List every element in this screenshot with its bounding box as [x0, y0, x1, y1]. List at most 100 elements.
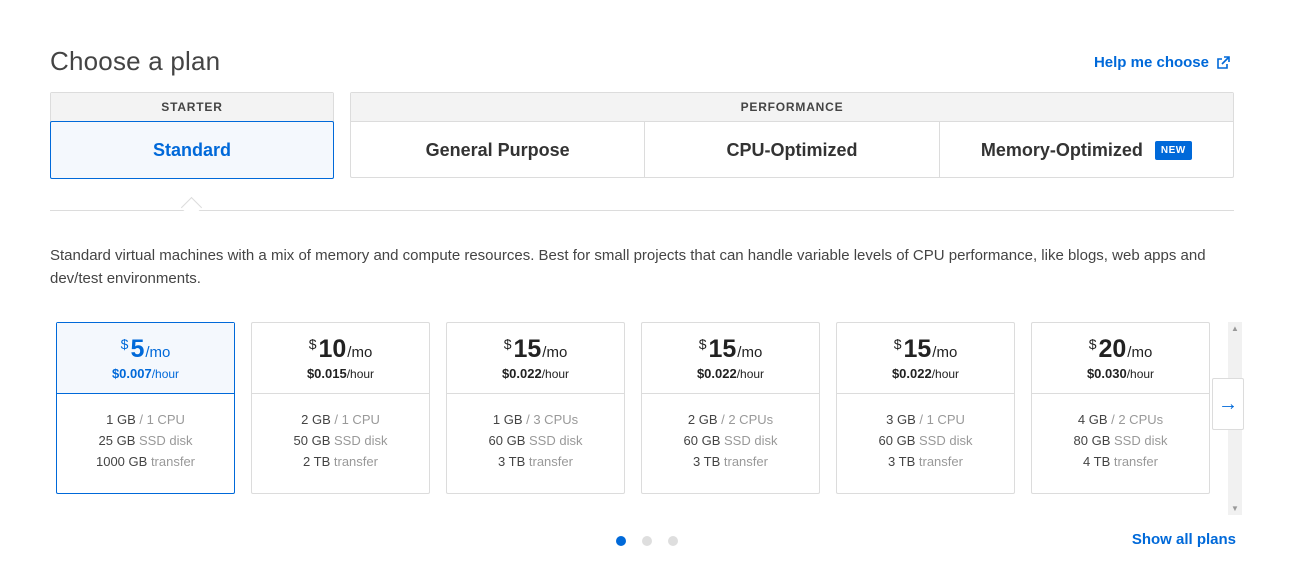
- price-period: /mo: [145, 344, 171, 361]
- tab-memory-optimized-label: Memory-Optimized: [980, 139, 1143, 160]
- price-period: /mo: [932, 344, 958, 361]
- performance-group-header: PERFORMANCE: [351, 93, 1233, 122]
- page-title: Choose a plan: [50, 46, 221, 76]
- performance-group: PERFORMANCE General Purpose CPU-Optimize…: [350, 92, 1234, 178]
- hourly-unit: /hour: [151, 367, 180, 381]
- page-dot-3[interactable]: [668, 536, 678, 546]
- hourly-amount: $0.022: [891, 366, 932, 381]
- plan-monthly-price: $ 15 /mo: [894, 335, 958, 364]
- plan-hourly-price: $0.022/hour: [502, 366, 569, 381]
- hourly-amount: $0.007: [111, 366, 152, 381]
- currency-symbol: $: [503, 336, 512, 352]
- spec-transfer: 3 TB transfer: [837, 451, 1014, 472]
- external-link-icon: [1217, 55, 1230, 69]
- spec-transfer: 3 TB transfer: [447, 451, 624, 472]
- plan-specs: 3 GB / 1 CPU 60 GB SSD disk 3 TB transfe…: [837, 394, 1014, 472]
- tab-memory-optimized[interactable]: Memory-Optimized NEW: [940, 122, 1233, 178]
- spec-transfer-amount: 2 TB: [303, 454, 331, 469]
- hourly-unit: /hour: [1126, 367, 1155, 381]
- price-period: /mo: [542, 344, 568, 361]
- plan-specs: 1 GB / 1 CPU 25 GB SSD disk 1000 GB tran…: [57, 394, 234, 472]
- spec-disk-label: SSD disk: [139, 433, 193, 448]
- plan-specs: 2 GB / 1 CPU 50 GB SSD disk 2 TB transfe…: [252, 394, 429, 472]
- spec-ram: 3 GB: [886, 412, 916, 427]
- plan-card[interactable]: $ 10 /mo $0.015/hour 2 GB / 1 CPU 50 GB …: [251, 322, 430, 494]
- price-amount: 20: [1098, 335, 1127, 363]
- hourly-amount: $0.030: [1086, 366, 1127, 381]
- tab-standard[interactable]: Standard: [50, 121, 334, 179]
- tab-general-purpose[interactable]: General Purpose: [351, 122, 646, 178]
- spec-transfer-amount: 4 TB: [1083, 454, 1111, 469]
- spec-memory-cpu: 4 GB / 2 CPUs: [1032, 409, 1209, 430]
- spec-memory-cpu: 3 GB / 1 CPU: [837, 409, 1014, 430]
- scroll-down-icon[interactable]: ▼: [1231, 504, 1239, 513]
- starter-group-header: STARTER: [51, 93, 333, 122]
- section-divider: [50, 210, 1234, 211]
- spec-disk: 50 GB SSD disk: [252, 430, 429, 451]
- plan-card[interactable]: $ 15 /mo $0.022/hour 1 GB / 3 CPUs 60 GB…: [446, 322, 625, 494]
- plan-card[interactable]: $ 20 /mo $0.030/hour 4 GB / 2 CPUs 80 GB…: [1031, 322, 1210, 494]
- plan-card[interactable]: $ 15 /mo $0.022/hour 2 GB / 2 CPUs 60 GB…: [641, 322, 820, 494]
- plan-card[interactable]: $ 15 /mo $0.022/hour 3 GB / 1 CPU 60 GB …: [836, 322, 1015, 494]
- spec-memory-cpu: 2 GB / 2 CPUs: [642, 409, 819, 430]
- price-period: /mo: [737, 344, 763, 361]
- spec-transfer-label: transfer: [1113, 454, 1158, 469]
- spec-disk-size: 50 GB: [293, 433, 331, 448]
- hourly-amount: $0.015: [306, 366, 347, 381]
- selected-tab-pointer: [180, 196, 203, 219]
- tab-cpu-optimized[interactable]: CPU-Optimized: [645, 122, 940, 178]
- hourly-unit: /hour: [541, 367, 570, 381]
- spec-disk-label: SSD disk: [919, 433, 973, 448]
- help-me-choose-link[interactable]: Help me choose: [1094, 54, 1230, 71]
- spec-ram: 2 GB: [301, 412, 331, 427]
- plan-card[interactable]: $ 5 /mo $0.007/hour 1 GB / 1 CPU 25 GB S…: [56, 322, 235, 494]
- spec-ram: 1 GB: [492, 412, 523, 427]
- page-dot-2[interactable]: [642, 536, 652, 546]
- plan-price-section: $ 15 /mo $0.022/hour: [837, 323, 1014, 394]
- next-plans-button[interactable]: →: [1212, 378, 1244, 430]
- price-amount: 15: [903, 335, 932, 363]
- plan-price-section: $ 15 /mo $0.022/hour: [447, 323, 624, 394]
- spec-disk-size: 60 GB: [683, 433, 721, 448]
- spec-disk-label: SSD disk: [529, 433, 583, 448]
- spec-disk-label: SSD disk: [334, 433, 388, 448]
- spec-cpu: / 3 CPUs: [526, 412, 579, 427]
- plan-list: $ 5 /mo $0.007/hour 1 GB / 1 CPU 25 GB S…: [56, 322, 1210, 494]
- arrow-right-icon: →: [1218, 392, 1238, 415]
- plan-price-section: $ 20 /mo $0.030/hour: [1032, 323, 1209, 394]
- hourly-unit: /hour: [736, 367, 765, 381]
- spec-disk-size: 60 GB: [488, 433, 526, 448]
- price-amount: 15: [708, 335, 737, 363]
- plan-specs: 2 GB / 2 CPUs 60 GB SSD disk 3 TB transf…: [642, 394, 819, 472]
- spec-disk: 60 GB SSD disk: [642, 430, 819, 451]
- page-dot-1[interactable]: [616, 536, 626, 546]
- spec-ram: 2 GB: [687, 412, 718, 427]
- spec-cpu: / 2 CPUs: [721, 412, 774, 427]
- spec-transfer-amount: 1000 GB: [95, 454, 148, 469]
- currency-symbol: $: [308, 336, 317, 352]
- spec-cpu: / 2 CPUs: [1111, 412, 1164, 427]
- spec-transfer-label: transfer: [528, 454, 573, 469]
- spec-transfer: 2 TB transfer: [252, 451, 429, 472]
- show-all-plans-link[interactable]: Show all plans: [1132, 531, 1236, 548]
- spec-disk-label: SSD disk: [1114, 433, 1168, 448]
- currency-symbol: $: [893, 336, 902, 352]
- plan-specs: 4 GB / 2 CPUs 80 GB SSD disk 4 TB transf…: [1032, 394, 1209, 472]
- spec-disk: 80 GB SSD disk: [1032, 430, 1209, 451]
- scroll-up-icon[interactable]: ▲: [1231, 324, 1239, 333]
- spec-memory-cpu: 1 GB / 3 CPUs: [447, 409, 624, 430]
- currency-symbol: $: [698, 336, 707, 352]
- spec-cpu: / 1 CPU: [139, 412, 185, 427]
- price-amount: 15: [513, 335, 542, 363]
- plan-price-section: $ 10 /mo $0.015/hour: [252, 323, 429, 394]
- plan-price-section: $ 5 /mo $0.007/hour: [57, 323, 234, 394]
- spec-disk: 60 GB SSD disk: [837, 430, 1014, 451]
- currency-symbol: $: [1088, 336, 1097, 352]
- plan-hourly-price: $0.007/hour: [112, 366, 179, 381]
- spec-disk-label: SSD disk: [724, 433, 778, 448]
- plan-hourly-price: $0.022/hour: [892, 366, 959, 381]
- price-amount: 5: [130, 335, 145, 363]
- plan-hourly-price: $0.015/hour: [307, 366, 374, 381]
- spec-memory-cpu: 1 GB / 1 CPU: [57, 409, 234, 430]
- price-amount: 10: [318, 335, 347, 363]
